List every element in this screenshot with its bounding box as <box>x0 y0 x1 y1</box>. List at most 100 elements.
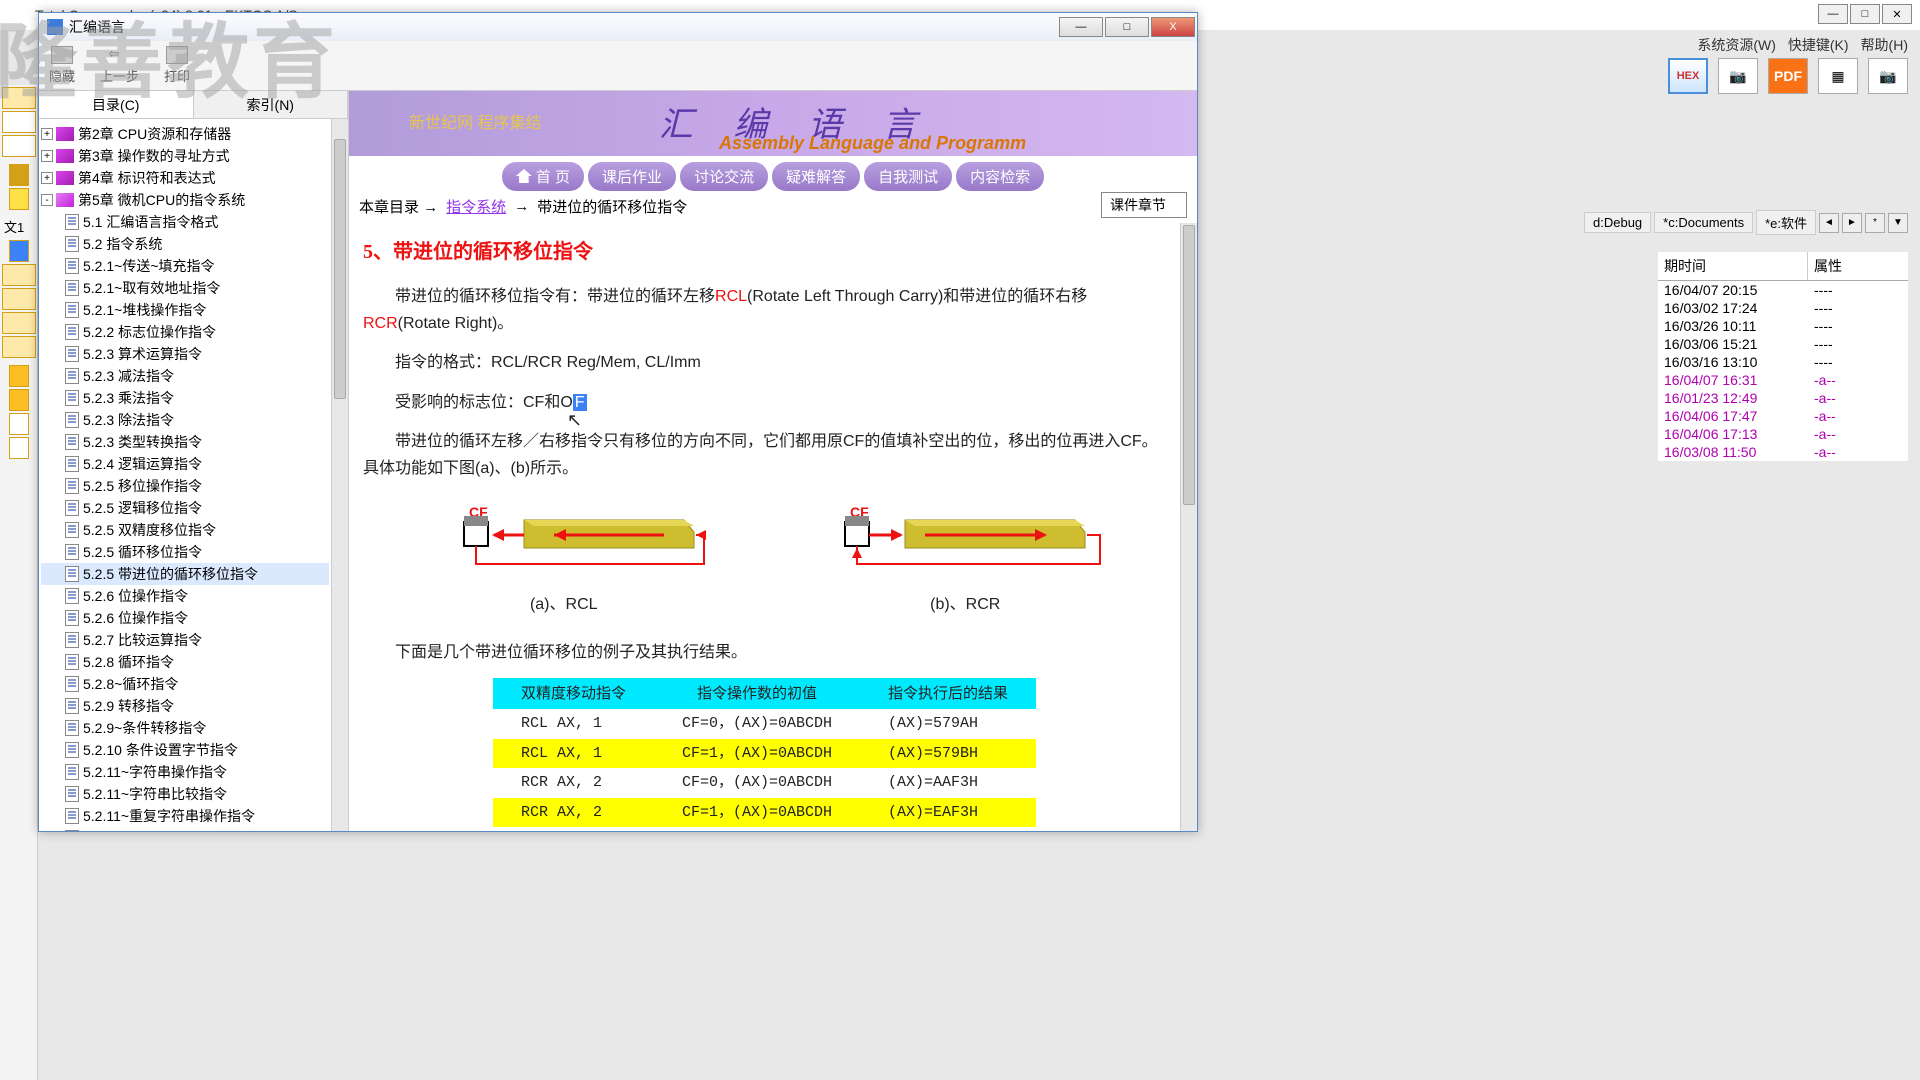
hex-tool-button[interactable]: HEX <box>1668 58 1708 94</box>
nav-search-button[interactable]: 内容检索 <box>956 162 1044 191</box>
tree-item[interactable]: 5.2.8~循环指令 <box>41 673 329 695</box>
col-attr[interactable]: 属性 <box>1808 252 1908 280</box>
help-titlebar[interactable]: 汇编语言 — □ X <box>39 13 1197 41</box>
pdf-tool-button[interactable]: PDF <box>1768 58 1808 94</box>
tree-item[interactable]: 5.2.10 条件设置字节指令 <box>41 739 329 761</box>
strip-item[interactable] <box>9 164 29 186</box>
file-row[interactable]: 16/03/26 10:11---- <box>1658 317 1908 335</box>
strip-item[interactable] <box>2 312 36 334</box>
nav-qa-button[interactable]: 疑难解答 <box>772 162 860 191</box>
tree-scrollbar[interactable] <box>331 119 348 831</box>
tree-item[interactable]: 5.1 汇编语言指令格式 <box>41 211 329 233</box>
menu-resources[interactable]: 系统资源(W) <box>1697 35 1776 55</box>
toolbar-back-button[interactable]: ⇦上一步 <box>100 46 139 85</box>
file-row[interactable]: 16/03/16 13:10---- <box>1658 353 1908 371</box>
strip-item[interactable] <box>9 240 29 262</box>
tree-item[interactable]: 5.2.4 逻辑运算指令 <box>41 453 329 475</box>
tree-item[interactable]: 5.2.2 标志位操作指令 <box>41 321 329 343</box>
window-close-button[interactable]: X <box>1151 17 1195 37</box>
tree-item[interactable]: 5.2 指令系统 <box>41 233 329 255</box>
camera2-tool-button[interactable]: 📷 <box>1868 58 1908 94</box>
strip-item[interactable] <box>9 188 29 210</box>
tree-item[interactable]: 5.2.5 移位操作指令 <box>41 475 329 497</box>
scrollbar-thumb[interactable] <box>334 139 346 399</box>
tree-item[interactable]: 5.2.3 除法指令 <box>41 409 329 431</box>
path-prev-button[interactable]: ◄ <box>1819 213 1839 233</box>
camera-tool-button[interactable]: 📷 <box>1718 58 1758 94</box>
tree-item[interactable]: 5.2.1~取有效地址指令 <box>41 277 329 299</box>
path-next-button[interactable]: ► <box>1842 213 1862 233</box>
strip-item[interactable] <box>2 288 36 310</box>
grid-tool-button[interactable]: ▦ <box>1818 58 1858 94</box>
tree-item[interactable]: 5.2.3 乘法指令 <box>41 387 329 409</box>
tree-item[interactable]: +第2章 CPU资源和存储器 <box>41 123 329 145</box>
chapter-dropdown[interactable]: 课件章节 <box>1101 192 1187 218</box>
toolbar-print-button[interactable]: 打印 <box>164 46 190 85</box>
outer-close-button[interactable]: ✕ <box>1882 4 1912 24</box>
tree-item[interactable]: 5.2.6 位操作指令 <box>41 585 329 607</box>
path-star-button[interactable]: * <box>1865 213 1885 233</box>
tree-item[interactable]: 5.2.1~堆栈操作指令 <box>41 299 329 321</box>
tree-item[interactable]: 5.2.11~字符串比较指令 <box>41 783 329 805</box>
window-maximize-button[interactable]: □ <box>1105 17 1149 37</box>
strip-item[interactable] <box>2 87 36 109</box>
tab-contents[interactable]: 目录(C) <box>39 91 194 118</box>
menu-shortcuts[interactable]: 快捷键(K) <box>1788 35 1849 55</box>
tree-item[interactable]: +第4章 标识符和表达式 <box>41 167 329 189</box>
strip-item[interactable] <box>2 264 36 286</box>
crumb-link[interactable]: 指令系统 <box>446 196 506 217</box>
tree-item[interactable]: 5.2.3 减法指令 <box>41 365 329 387</box>
file-row[interactable]: 16/01/23 12:49-a-- <box>1658 389 1908 407</box>
path-tab[interactable]: *c:Documents <box>1654 212 1753 233</box>
tab-index[interactable]: 索引(N) <box>194 91 349 118</box>
nav-home-button[interactable]: 首 页 <box>502 162 584 191</box>
path-tab[interactable]: *e:软件 <box>1756 210 1816 235</box>
tree-item[interactable]: -第5章 微机CPU的指令系统 <box>41 189 329 211</box>
tree-item[interactable]: 5.2.5 循环移位指令 <box>41 541 329 563</box>
tree-item[interactable]: 5.2.9 转移指令 <box>41 695 329 717</box>
strip-item[interactable] <box>9 437 29 459</box>
nav-discuss-button[interactable]: 讨论交流 <box>680 162 768 191</box>
file-row[interactable]: 16/03/08 11:50-a-- <box>1658 443 1908 461</box>
strip-item[interactable] <box>9 413 29 435</box>
file-row[interactable]: 16/04/06 17:47-a-- <box>1658 407 1908 425</box>
article-body[interactable]: 5、带进位的循环移位指令 带进位的循环移位指令有：带进位的循环左移RCL(Rot… <box>349 223 1180 831</box>
tree-item[interactable]: 5.2.8 循环指令 <box>41 651 329 673</box>
tree-item[interactable]: 5.2.11~重复字符串操作指令 <box>41 805 329 827</box>
tree-item[interactable]: 5.2.7 比较运算指令 <box>41 629 329 651</box>
strip-item[interactable] <box>2 336 36 358</box>
file-row[interactable]: 16/04/07 20:15---- <box>1658 281 1908 299</box>
strip-item[interactable] <box>2 135 36 157</box>
menu-help[interactable]: 帮助(H) <box>1861 35 1908 55</box>
content-scrollbar[interactable] <box>1180 223 1197 831</box>
strip-help-icon[interactable] <box>9 389 29 411</box>
tree-item[interactable]: 5.2.5 带进位的循环移位指令 <box>41 563 329 585</box>
file-row[interactable]: 16/03/06 15:21---- <box>1658 335 1908 353</box>
tree-item[interactable]: +第3章 操作数的寻址方式 <box>41 145 329 167</box>
window-minimize-button[interactable]: — <box>1059 17 1103 37</box>
path-tab[interactable]: d:Debug <box>1584 212 1651 233</box>
toc-tree[interactable]: +第2章 CPU资源和存储器+第3章 操作数的寻址方式+第4章 标识符和表达式-… <box>39 119 331 831</box>
path-dropdown-button[interactable]: ▼ <box>1888 213 1908 233</box>
tree-item[interactable]: 5.2.5 逻辑移位指令 <box>41 497 329 519</box>
outer-min-button[interactable]: — <box>1818 4 1848 24</box>
file-row[interactable]: 16/04/07 16:31-a-- <box>1658 371 1908 389</box>
file-row[interactable]: 16/03/02 17:24---- <box>1658 299 1908 317</box>
outer-max-button[interactable]: □ <box>1850 4 1880 24</box>
tree-item[interactable]: 5.2.3 类型转换指令 <box>41 431 329 453</box>
tree-item[interactable]: 5.2.3 算术运算指令 <box>41 343 329 365</box>
tree-item[interactable]: 5.2.12~ASCII-BCD调整指令 <box>41 827 329 831</box>
nav-homework-button[interactable]: 课后作业 <box>588 162 676 191</box>
tree-item[interactable]: 5.2.5 双精度移位指令 <box>41 519 329 541</box>
file-row[interactable]: 16/04/06 17:13-a-- <box>1658 425 1908 443</box>
nav-selftest-button[interactable]: 自我测试 <box>864 162 952 191</box>
scrollbar-thumb[interactable] <box>1183 225 1195 505</box>
strip-item[interactable] <box>2 111 36 133</box>
tree-item[interactable]: 5.2.6 位操作指令 <box>41 607 329 629</box>
tree-item[interactable]: 5.2.9~条件转移指令 <box>41 717 329 739</box>
tree-item[interactable]: 5.2.11~字符串操作指令 <box>41 761 329 783</box>
strip-help-icon[interactable] <box>9 365 29 387</box>
col-datetime[interactable]: 期时间 <box>1658 252 1808 280</box>
tree-item[interactable]: 5.2.1~传送~填充指令 <box>41 255 329 277</box>
toolbar-hide-button[interactable]: 隐藏 <box>49 46 75 85</box>
